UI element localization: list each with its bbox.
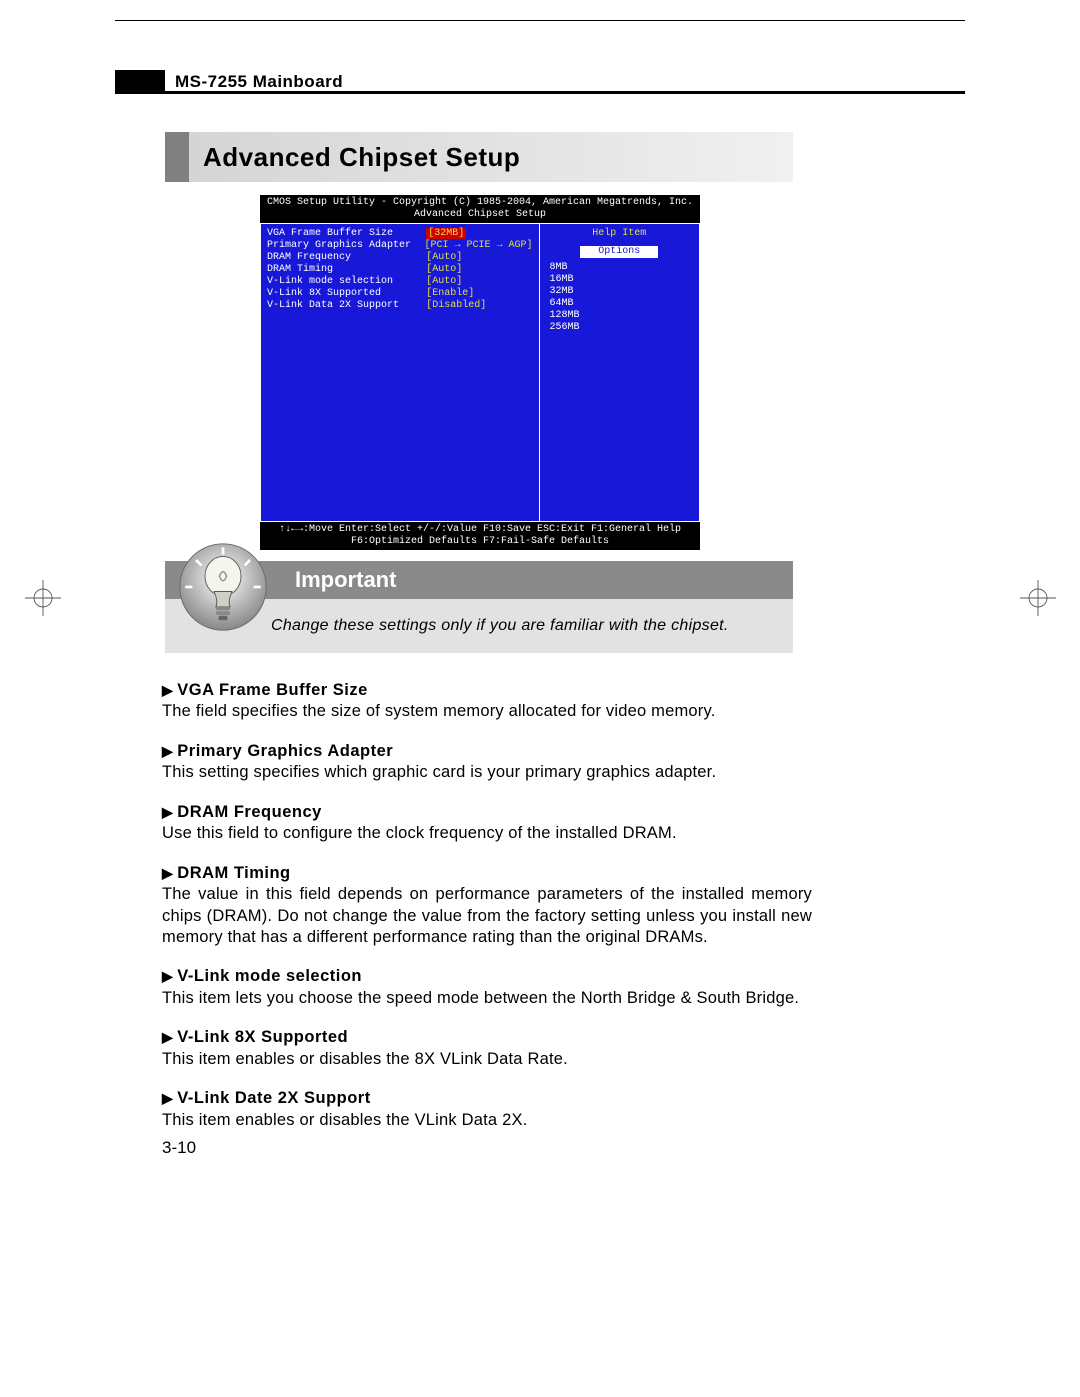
bios-setting-label: VGA Frame Buffer Size [267, 228, 426, 240]
page-number: 3-10 [162, 1138, 196, 1158]
bios-option: 64MB [546, 298, 694, 310]
bios-help-pane: Help Item Options 8MB 16MB 32MB 64MB 128… [540, 223, 701, 522]
field-description: This item enables or disables the 8X VLi… [162, 1049, 812, 1070]
bios-copyright: CMOS Setup Utility - Copyright (C) 1985-… [260, 197, 700, 209]
bios-setting-label: V-Link 8X Supported [267, 288, 426, 300]
field-heading: ▶V-Link 8X Supported [162, 1027, 812, 1048]
bios-page-title: Advanced Chipset Setup [260, 209, 700, 221]
field-description: This item enables or disables the VLink … [162, 1110, 812, 1131]
section-title-bar: Advanced Chipset Setup [165, 132, 793, 182]
bios-screenshot: CMOS Setup Utility - Copyright (C) 1985-… [260, 195, 700, 540]
field-heading: ▶VGA Frame Buffer Size [162, 680, 812, 701]
bios-option: 16MB [546, 274, 694, 286]
field-description: This item lets you choose the speed mode… [162, 988, 812, 1009]
bios-setting-label: V-Link mode selection [267, 276, 426, 288]
bios-setting-value: [Auto] [426, 252, 532, 264]
document-header: MS-7255 Mainboard [115, 70, 965, 94]
bios-option: 8MB [546, 262, 694, 274]
field-title: DRAM Timing [177, 864, 290, 882]
bios-setting-value: [32MB] [426, 228, 532, 240]
registration-mark-left [25, 580, 61, 616]
content-body: ▶VGA Frame Buffer Size The field specifi… [162, 680, 812, 1149]
triangle-right-icon: ▶ [162, 682, 173, 698]
triangle-right-icon: ▶ [162, 968, 173, 984]
bios-help-title: Help Item [546, 228, 694, 246]
bios-body: VGA Frame Buffer Size[32MB] Primary Grap… [260, 223, 700, 522]
field-title: V-Link mode selection [177, 967, 362, 985]
bios-setting-value: [Disabled] [426, 300, 532, 312]
lightbulb-icon [178, 542, 268, 632]
triangle-right-icon: ▶ [162, 804, 173, 820]
section-title: Advanced Chipset Setup [189, 132, 793, 182]
bios-header: CMOS Setup Utility - Copyright (C) 1985-… [260, 195, 700, 223]
bios-setting-value: [Enable] [426, 288, 532, 300]
registration-mark-right [1020, 580, 1056, 616]
title-accent [165, 132, 189, 182]
bios-setting-label: DRAM Frequency [267, 252, 426, 264]
field-title: Primary Graphics Adapter [177, 742, 393, 760]
field-title: V-Link Date 2X Support [177, 1089, 370, 1107]
bios-setting-row: VGA Frame Buffer Size[32MB] [267, 228, 533, 240]
bios-setting-label: Primary Graphics Adapter [267, 240, 424, 252]
bios-setting-row: V-Link 8X Supported[Enable] [267, 288, 533, 300]
bios-setting-value: [Auto] [426, 264, 532, 276]
bios-settings-pane: VGA Frame Buffer Size[32MB] Primary Grap… [260, 223, 540, 522]
bios-option: 256MB [546, 322, 694, 334]
bios-footer: ↑↓←→:Move Enter:Select +/-/:Value F10:Sa… [260, 522, 700, 550]
triangle-right-icon: ▶ [162, 865, 173, 881]
bios-setting-row: V-Link Data 2X Support[Disabled] [267, 300, 533, 312]
important-title: Important [295, 567, 396, 593]
field-title: DRAM Frequency [177, 803, 322, 821]
field-heading: ▶DRAM Frequency [162, 802, 812, 823]
bios-setting-row: Primary Graphics Adapter[PCI → PCIE → AG… [267, 240, 533, 252]
bios-option: 128MB [546, 310, 694, 322]
field-heading: ▶Primary Graphics Adapter [162, 741, 812, 762]
bios-options-label: Options [580, 246, 658, 258]
field-description: Use this field to configure the clock fr… [162, 823, 812, 844]
bios-setting-value: [Auto] [426, 276, 532, 288]
bios-footer-keys1: ↑↓←→:Move Enter:Select +/-/:Value F10:Sa… [260, 524, 700, 536]
field-heading: ▶DRAM Timing [162, 863, 812, 884]
field-title: V-Link 8X Supported [177, 1028, 348, 1046]
bios-setting-row: DRAM Timing[Auto] [267, 264, 533, 276]
bios-footer-keys2: F6:Optimized Defaults F7:Fail-Safe Defau… [260, 536, 700, 548]
bios-setting-value: [PCI → PCIE → AGP] [424, 240, 532, 252]
bios-option: 32MB [546, 286, 694, 298]
field-heading: ▶V-Link mode selection [162, 966, 812, 987]
field-description: This setting specifies which graphic car… [162, 762, 812, 783]
triangle-right-icon: ▶ [162, 1090, 173, 1106]
bios-setting-row: V-Link mode selection[Auto] [267, 276, 533, 288]
triangle-right-icon: ▶ [162, 743, 173, 759]
field-heading: ▶V-Link Date 2X Support [162, 1088, 812, 1109]
header-title: MS-7255 Mainboard [175, 70, 343, 91]
header-accent-block [115, 70, 165, 94]
triangle-right-icon: ▶ [162, 1029, 173, 1045]
bios-setting-label: V-Link Data 2X Support [267, 300, 426, 312]
bios-setting-label: DRAM Timing [267, 264, 426, 276]
bios-setting-row: DRAM Frequency[Auto] [267, 252, 533, 264]
field-description: The value in this field depends on perfo… [162, 884, 812, 948]
field-title: VGA Frame Buffer Size [177, 681, 368, 699]
field-description: The field specifies the size of system m… [162, 701, 812, 722]
